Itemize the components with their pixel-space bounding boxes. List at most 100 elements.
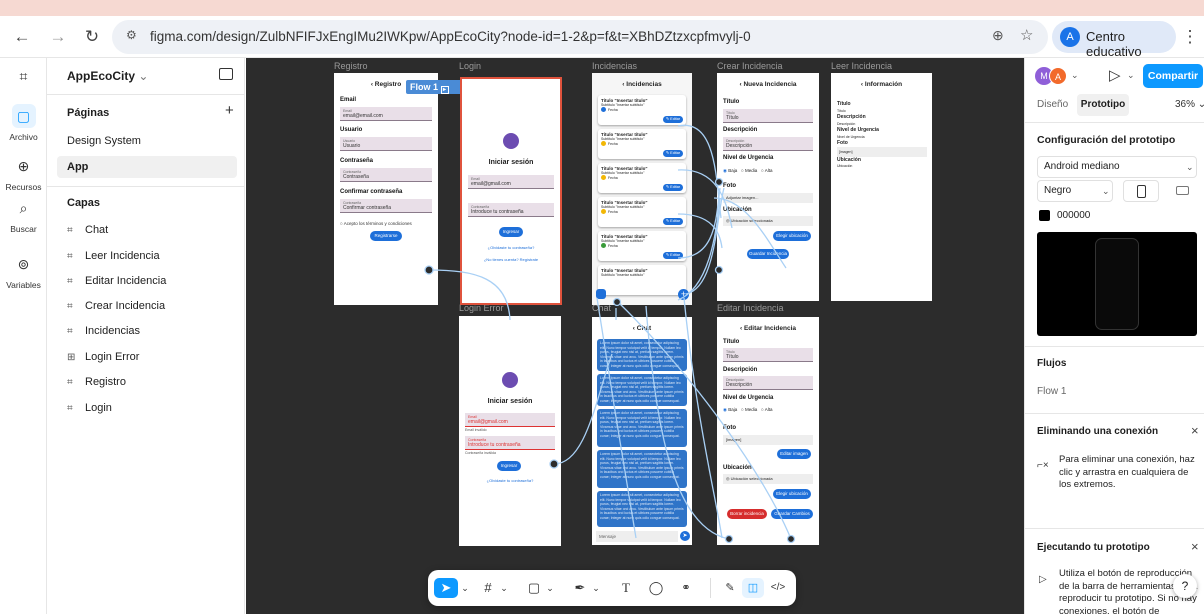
figma-window: ← → ↻ ⚙ figma.com/design/ZulbNFIFJxEngIM… [0,0,1204,614]
frame-icon: ⌗ [67,377,73,388]
actions-tool-icon[interactable]: ⚭ [676,578,696,598]
bookmark-star-icon[interactable]: ☆ [1020,26,1033,44]
layer-editar-incidencia[interactable]: ⌗ Editar Incidencia [57,270,237,292]
close-icon[interactable]: × [1191,423,1199,438]
browser-toolbar: ← → ↻ ⚙ figma.com/design/ZulbNFIFJxEngIM… [0,16,1204,59]
avatar[interactable]: A [1049,67,1067,85]
move-tool-icon[interactable]: ➤ [434,578,458,598]
chevron-down-icon[interactable]: ⌄ [460,578,470,598]
chevron-down-icon[interactable]: ⌄ [1071,70,1079,81]
close-icon[interactable]: × [1191,539,1199,554]
color-model-select[interactable]: Negro ⌄ [1037,180,1113,202]
connection-line [428,269,511,321]
zoom-icon[interactable]: ⊕ [992,27,1004,44]
connection-start-node [786,534,796,544]
page-item-design-system[interactable]: Design System [57,130,237,152]
connection-start-node [612,297,622,307]
reload-icon[interactable]: ↻ [80,25,104,49]
chevron-down-icon: ⌄ [1186,162,1194,172]
figma-menu[interactable]: ⌗ [0,64,47,92]
search-icon: ⌕ [19,200,28,216]
rail-label: Archivo [9,132,38,142]
layers-panel: AppEcoCity ⌄ Páginas + Design System App… [47,58,245,614]
frame-icon: ⌗ [67,301,73,312]
device-select[interactable]: Android mediano ⌄ [1037,156,1197,178]
landscape-orientation[interactable] [1167,180,1197,202]
help-button[interactable]: ? [1173,574,1197,598]
pen-tool-icon[interactable]: ✒ [570,578,590,598]
color-swatch[interactable] [1039,210,1050,221]
connection-line [677,124,722,219]
layer-login[interactable]: ⌗ Login [57,397,237,419]
connection-start-node [714,265,724,275]
rail-label: Buscar [10,224,37,234]
add-page-icon[interactable]: + [225,102,234,119]
play-icon: ▷ [1039,574,1047,585]
arrow-right-icon[interactable]: → [46,25,70,49]
file-icon: ▢ [11,104,36,128]
prototype-connections[interactable] [246,58,1024,614]
chevron-down-icon[interactable]: ⌄ [591,578,601,598]
chevron-down-icon: ⌄ [1102,186,1110,196]
chevron-down-icon[interactable]: ⌄ [499,578,509,598]
site-settings-icon[interactable]: ⚙ [126,28,137,42]
remove-connection-text: Para eliminar una conexión, haz clic y a… [1059,454,1195,490]
connection-line [683,297,723,539]
tab-strip [0,0,1204,16]
pages-title: Páginas [67,107,110,119]
left-rail: ⌗ ▢ Archivo ⊕ Recursos ⌕ Buscar ⊚ Variables [0,58,47,614]
panel-toggle-icon[interactable] [219,68,233,80]
layer-chat[interactable]: ⌗ Chat [57,219,237,241]
remove-connection-title: Eliminando una conexión [1037,426,1159,437]
kebab-menu-icon[interactable]: ⋮ [1180,25,1200,49]
device-preview [1037,232,1197,336]
address-bar[interactable]: ⚙ figma.com/design/ZulbNFIFJxEngIMu2IWKp… [112,20,1048,54]
draw-mode-icon[interactable]: ✎ [720,578,740,598]
frame-icon: ⌗ [67,251,73,262]
rectangle-tool-icon[interactable]: ▢ [524,578,544,598]
page-item-app[interactable]: App [57,156,237,178]
rail-item-variables[interactable]: ⊚ Variables [0,252,47,290]
layer-registro[interactable]: ⌗ Registro [57,371,237,393]
comment-tool-icon[interactable]: ◯ [646,578,666,598]
zoom-level[interactable]: 36% ⌄ [1175,99,1204,110]
layer-crear-incidencia[interactable]: ⌗ Crear Incidencia [57,295,237,317]
frame-icon: ⌗ [67,326,73,337]
project-name[interactable]: AppEcoCity ⌄ [67,69,148,83]
variables-icon: ⊚ [17,256,30,272]
rail-item-archivo[interactable]: ▢ Archivo [0,104,47,142]
rail-label: Recursos [5,182,42,192]
frame-icon: ⌗ [67,276,73,287]
share-button[interactable]: Compartir [1143,64,1203,88]
design-mode-icon[interactable]: ◫ [742,578,764,598]
dev-mode-icon[interactable]: </> [768,578,788,598]
portrait-icon [1137,185,1146,198]
profile-chip[interactable]: A Centro educativo [1052,21,1176,59]
layers-title: Capas [67,197,101,209]
design-canvas[interactable]: Registro Login Incidencias Crear Inciden… [246,58,1024,614]
grid-icon: ⊞ [67,352,76,363]
rail-item-buscar[interactable]: ⌕ Buscar [0,196,47,234]
chevron-down-icon[interactable]: ⌄ [1127,70,1135,81]
text-tool-icon[interactable]: T [616,578,636,598]
portrait-orientation[interactable] [1123,180,1159,202]
layer-leer-incidencia[interactable]: ⌗ Leer Incidencia [57,245,237,267]
arrow-left-icon[interactable]: ← [10,25,34,49]
frame-tool-icon[interactable]: # [478,578,498,598]
bottom-toolbar: ➤ ⌄ # ⌄ ▢ ⌄ ✒ ⌄ T ◯ ⚭ ✎ ◫ </> [428,570,796,606]
layer-login-error[interactable]: ⊞ Login Error [57,346,237,368]
background-color-value[interactable]: 000000 [1057,210,1090,221]
flow-item[interactable]: Flow 1 [1037,386,1066,397]
layer-incidencias[interactable]: ⌗ Incidencias [57,320,237,342]
chevron-down-icon[interactable]: ⌄ [545,578,555,598]
rail-label: Variables [6,280,41,290]
rail-item-recursos[interactable]: ⊕ Recursos [0,154,47,192]
url-text: figma.com/design/ZulbNFIFJxEngIMu2IWKpw/… [150,29,751,44]
connection-line [713,197,787,269]
play-icon[interactable]: ▷ [1109,66,1121,84]
tab-prototype[interactable]: Prototipo [1077,94,1129,116]
phone-icon [1095,238,1139,330]
prototype-settings-title: Configuración del prototipo [1037,134,1176,146]
profile-label: Centro educativo [1086,29,1142,59]
tab-design[interactable]: Diseño [1037,99,1068,110]
